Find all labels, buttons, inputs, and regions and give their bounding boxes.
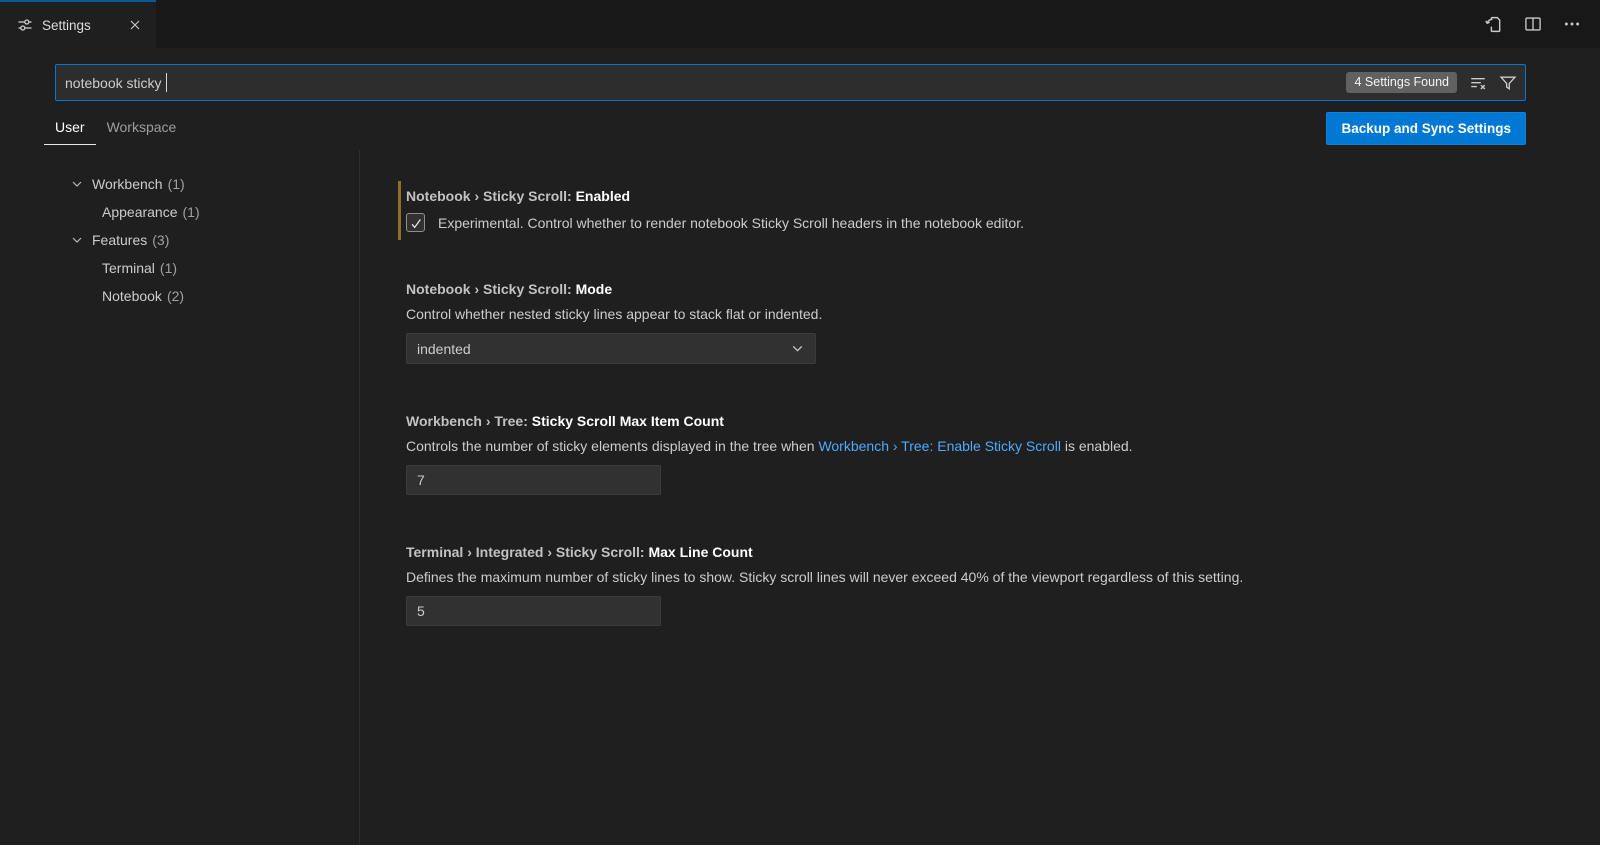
toc-item-features[interactable]: Features (3) — [0, 226, 359, 254]
setting-label: Sticky Scroll Max Item Count — [532, 413, 724, 429]
setting-checkbox-row: Experimental. Control whether to render … — [406, 213, 1560, 232]
setting-label: Enabled — [576, 188, 630, 204]
clear-search-results-icon[interactable] — [1469, 74, 1487, 92]
setting-tree-sticky-scroll-max-item-count: Workbench › Tree: Sticky Scroll Max Item… — [398, 406, 1560, 503]
setting-title: Notebook › Sticky Scroll: Enabled — [406, 188, 1560, 204]
search-controls: 4 Settings Found — [1346, 64, 1517, 101]
setting-notebook-sticky-scroll-mode: Notebook › Sticky Scroll: Mode Control w… — [398, 274, 1560, 372]
settings-body: Workbench (1) Appearance (1) Features (3… — [0, 150, 1600, 845]
tab-user[interactable]: User — [44, 111, 96, 145]
setting-notebook-sticky-scroll-enabled: Notebook › Sticky Scroll: Enabled Experi… — [398, 181, 1560, 240]
settings-sliders-icon — [17, 17, 33, 33]
setting-title: Terminal › Integrated › Sticky Scroll: M… — [406, 544, 1560, 560]
setting-category: Notebook › Sticky Scroll: — [406, 281, 576, 297]
setting-category: Workbench › Tree: — [406, 413, 532, 429]
setting-title: Notebook › Sticky Scroll: Mode — [406, 281, 1560, 297]
scope-row: User Workspace Backup and Sync Settings — [55, 111, 1526, 145]
select-value: indented — [417, 341, 471, 357]
toc-count: (1) — [183, 204, 200, 220]
toc-label: Appearance — [102, 204, 178, 220]
setting-link-enable-sticky-scroll[interactable]: Workbench › Tree: Enable Sticky Scroll — [818, 438, 1061, 454]
setting-description: Defines the maximum number of sticky lin… — [406, 569, 1560, 585]
close-icon[interactable] — [124, 14, 146, 36]
checkbox-checked[interactable] — [406, 213, 425, 232]
text-caret — [166, 73, 168, 92]
chevron-down-icon — [70, 233, 86, 247]
settings-search-row: notebook sticky 4 Settings Found — [55, 64, 1526, 101]
results-count-badge: 4 Settings Found — [1346, 72, 1457, 94]
setting-description: Controls the number of sticky elements d… — [406, 438, 1560, 454]
filter-icon[interactable] — [1499, 74, 1517, 92]
setting-description: Control whether nested sticky lines appe… — [406, 306, 1560, 322]
toc-label: Workbench — [92, 176, 163, 192]
mode-select-dropdown[interactable]: indented — [406, 333, 816, 364]
toc-count: (1) — [160, 260, 177, 276]
backup-and-sync-settings-button[interactable]: Backup and Sync Settings — [1326, 112, 1526, 145]
setting-category: Terminal › Integrated › Sticky Scroll: — [406, 544, 648, 560]
editor-tab-bar: Settings — [0, 0, 1600, 48]
split-editor-icon[interactable] — [1524, 15, 1542, 33]
settings-list: Notebook › Sticky Scroll: Enabled Experi… — [360, 150, 1600, 845]
tab-settings[interactable]: Settings — [0, 0, 156, 48]
settings-editor: Settings — [0, 0, 1600, 845]
settings-toc-tree: Workbench (1) Appearance (1) Features (3… — [0, 150, 360, 845]
max-line-count-input[interactable] — [406, 596, 661, 626]
max-item-count-input[interactable] — [406, 465, 661, 495]
description-text: Controls the number of sticky elements d… — [406, 438, 818, 454]
setting-description: Experimental. Control whether to render … — [438, 215, 1024, 231]
toc-count: (2) — [167, 288, 184, 304]
toc-label: Notebook — [102, 288, 162, 304]
setting-title: Workbench › Tree: Sticky Scroll Max Item… — [406, 413, 1560, 429]
toc-label: Features — [92, 232, 147, 248]
search-query-text: notebook sticky — [65, 75, 162, 91]
toc-label: Terminal — [102, 260, 155, 276]
toc-item-appearance[interactable]: Appearance (1) — [0, 198, 359, 226]
search-input[interactable]: notebook sticky — [55, 64, 1526, 101]
setting-terminal-sticky-scroll-max-line-count: Terminal › Integrated › Sticky Scroll: M… — [398, 537, 1560, 634]
toc-count: (1) — [168, 176, 185, 192]
chevron-down-icon — [790, 341, 805, 356]
editor-actions — [1484, 0, 1600, 48]
chevron-down-icon — [70, 177, 86, 191]
toc-item-terminal[interactable]: Terminal (1) — [0, 254, 359, 282]
more-actions-icon[interactable] — [1563, 15, 1581, 33]
toc-count: (3) — [152, 232, 169, 248]
description-text: is enabled. — [1061, 438, 1133, 454]
setting-category: Notebook › Sticky Scroll: — [406, 188, 576, 204]
setting-label: Max Line Count — [648, 544, 752, 560]
tab-title: Settings — [42, 18, 91, 33]
setting-label: Mode — [576, 281, 613, 297]
scope-tabs: User Workspace — [44, 111, 187, 145]
toc-item-workbench[interactable]: Workbench (1) — [0, 170, 359, 198]
open-settings-json-icon[interactable] — [1484, 15, 1503, 34]
tab-workspace[interactable]: Workspace — [96, 111, 188, 145]
toc-item-notebook[interactable]: Notebook (2) — [0, 282, 359, 310]
